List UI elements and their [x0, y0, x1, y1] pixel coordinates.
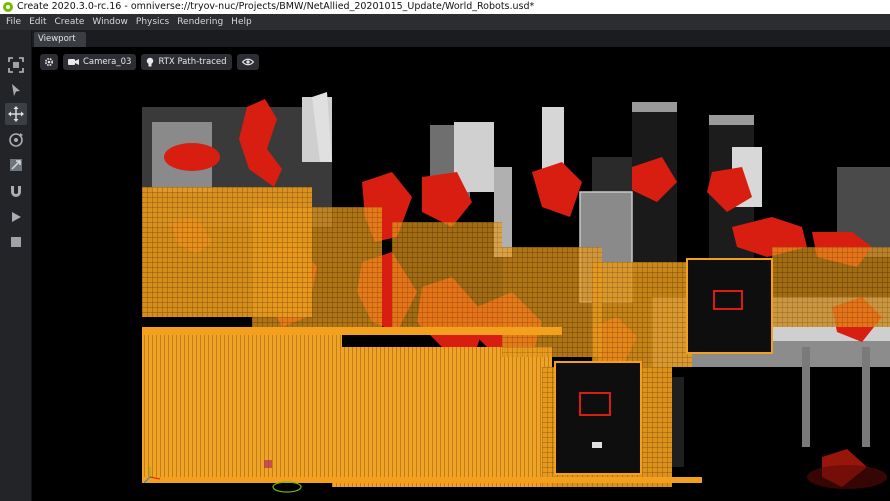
stop-button[interactable]	[5, 231, 27, 253]
menu-edit[interactable]: Edit	[25, 14, 50, 30]
menu-file[interactable]: File	[2, 14, 25, 30]
renderer-label: RTX Path-traced	[158, 57, 227, 67]
stop-icon	[11, 237, 21, 247]
camera-selector[interactable]: Camera_03	[63, 54, 137, 70]
select-tool[interactable]	[5, 79, 27, 101]
menu-rendering[interactable]: Rendering	[173, 14, 227, 30]
tab-viewport[interactable]: Viewport	[34, 32, 86, 47]
snap-magnet-icon	[11, 186, 21, 197]
select-frame-icon	[8, 57, 24, 73]
select-frame-tool[interactable]	[5, 54, 27, 76]
app-logo-icon	[3, 2, 13, 12]
rotate-tool[interactable]	[5, 129, 27, 151]
move-icon	[8, 106, 24, 122]
rotate-icon	[9, 133, 23, 147]
scale-icon	[10, 159, 22, 171]
factory-scene-render[interactable]	[32, 47, 890, 501]
viewport-toolbar: Camera_03 RTX Path-traced	[40, 54, 264, 70]
play-icon	[12, 212, 21, 222]
select-arrow-icon	[12, 84, 20, 96]
scale-tool[interactable]	[5, 154, 27, 176]
tab-strip: Viewport	[32, 30, 890, 47]
left-toolbar	[0, 30, 32, 501]
menu-window[interactable]: Window	[88, 14, 132, 30]
viewport[interactable]: Camera_03 RTX Path-traced	[32, 47, 890, 501]
renderer-selector[interactable]: RTX Path-traced	[141, 54, 232, 70]
play-button[interactable]	[5, 206, 27, 228]
snap-tool[interactable]	[5, 180, 27, 202]
camera-icon	[68, 59, 79, 65]
viewport-settings-button[interactable]	[40, 54, 58, 70]
menu-physics[interactable]: Physics	[132, 14, 173, 30]
window-title: Create 2020.3.0-rc.16 - omniverse://tryo…	[17, 1, 535, 12]
camera-label: Camera_03	[83, 57, 132, 67]
gear-icon	[44, 57, 54, 67]
menu-create[interactable]: Create	[51, 14, 89, 30]
visibility-button[interactable]	[236, 54, 259, 70]
lightbulb-icon	[147, 57, 154, 67]
menu-bar: File Edit Create Window Physics Renderin…	[0, 14, 890, 30]
eye-icon	[241, 58, 254, 66]
title-bar: Create 2020.3.0-rc.16 - omniverse://tryo…	[0, 0, 890, 14]
menu-help[interactable]: Help	[227, 14, 256, 30]
move-tool[interactable]	[5, 103, 27, 125]
